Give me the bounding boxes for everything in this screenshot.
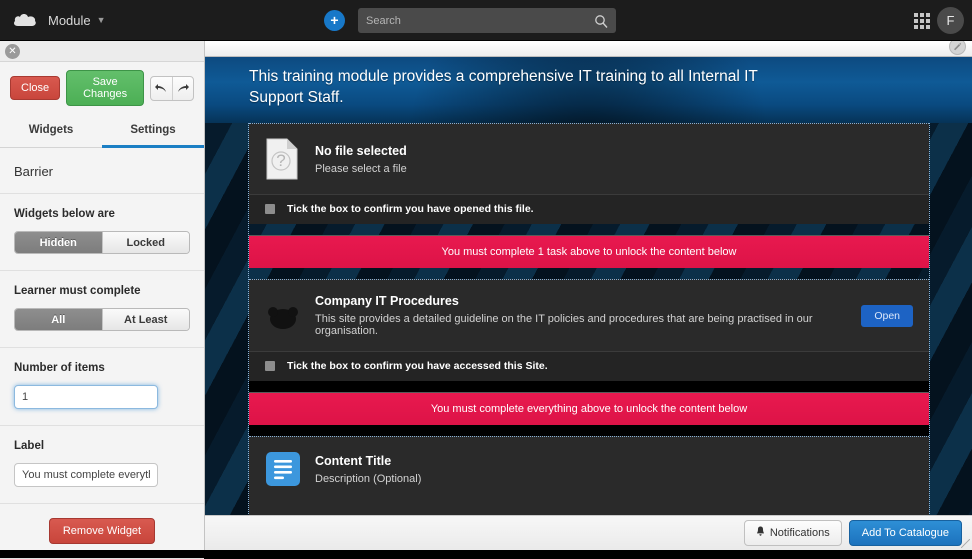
website-globe-icon: [265, 301, 311, 331]
barrier-bar-1[interactable]: You must complete 1 task above to unlock…: [249, 235, 929, 268]
card-title: Company IT Procedures: [315, 294, 861, 308]
segmented-control-completion[interactable]: All At Least: [14, 308, 190, 331]
stage-gap: [249, 381, 929, 392]
bottom-action-bar: Notifications Add To Catalogue: [205, 515, 972, 550]
card-title: No file selected: [315, 144, 913, 158]
field-label: Number of items: [14, 362, 190, 374]
search-icon[interactable]: [594, 14, 608, 28]
remove-widget-button[interactable]: Remove Widget: [49, 518, 155, 544]
module-preview-area: This training module provides a comprehe…: [205, 41, 972, 550]
seg-option-all[interactable]: All: [15, 309, 102, 330]
card-main-row: ? No file selected Please select a file: [249, 124, 929, 194]
add-to-catalogue-button[interactable]: Add To Catalogue: [849, 520, 962, 546]
field-number-of-items: Number of items: [0, 348, 204, 426]
redo-arrow-icon[interactable]: [172, 77, 193, 100]
widget-stage: ? No file selected Please select a file …: [205, 123, 972, 550]
seg-option-at-least[interactable]: At Least: [102, 309, 190, 330]
document-blue-icon: [265, 451, 311, 487]
pencil-edit-icon[interactable]: [949, 41, 966, 55]
barrier-bar-2[interactable]: You must complete everything above to un…: [249, 392, 929, 425]
barrier-label-input[interactable]: [14, 463, 158, 487]
notifications-button[interactable]: Notifications: [744, 520, 842, 546]
card-main-row: Content Title Description (Optional): [249, 437, 929, 501]
segmented-control-visibility[interactable]: Hidden Locked: [14, 231, 190, 254]
stage-gap: [249, 425, 929, 436]
top-navigation-bar: Module ▼ + F: [0, 0, 972, 41]
open-button[interactable]: Open: [861, 305, 913, 327]
module-hero-banner: This training module provides a comprehe…: [205, 57, 972, 123]
seg-option-hidden[interactable]: Hidden: [15, 232, 102, 253]
search-bar[interactable]: [358, 8, 616, 33]
panel-tabs: Widgets Settings: [0, 116, 204, 148]
remove-widget-row: Remove Widget: [0, 504, 204, 559]
widget-editor-panel: ✕ Close Save Changes Widgets Settings Ba…: [0, 41, 205, 550]
field-label-text: Label: [0, 426, 204, 504]
card-text-block: Content Title Description (Optional): [311, 454, 913, 485]
tab-widgets[interactable]: Widgets: [0, 116, 102, 147]
undo-redo-group: [150, 76, 194, 101]
selected-widget-outline: ? No file selected Please select a file …: [248, 123, 930, 550]
widget-card-file[interactable]: ? No file selected Please select a file …: [249, 123, 929, 224]
card-text-block: No file selected Please select a file: [311, 144, 913, 175]
add-plus-button[interactable]: +: [324, 10, 345, 31]
avatar[interactable]: F: [937, 7, 964, 34]
confirm-checkbox[interactable]: [265, 361, 275, 371]
card-description: This site provides a detailed guideline …: [315, 313, 861, 337]
card-main-row: Company IT Procedures This site provides…: [249, 280, 929, 351]
field-learner-must-complete: Learner must complete All At Least: [0, 271, 204, 348]
seg-option-locked[interactable]: Locked: [102, 232, 190, 253]
stage-gap: [249, 224, 929, 235]
svg-text:?: ?: [276, 151, 285, 170]
confirm-label: Tick the box to confirm you have opened …: [287, 203, 534, 215]
field-label: Label: [14, 440, 190, 452]
card-description: Please select a file: [315, 163, 913, 175]
confirm-checkbox[interactable]: [265, 204, 275, 214]
preview-top-bar: [205, 41, 972, 57]
field-widgets-below-are: Widgets below are Hidden Locked: [0, 194, 204, 271]
file-question-icon: ?: [265, 138, 311, 180]
bell-icon: [756, 526, 765, 540]
widget-type-title: Barrier: [0, 148, 204, 194]
tab-settings[interactable]: Settings: [102, 116, 204, 148]
confirm-row[interactable]: Tick the box to confirm you have accesse…: [249, 351, 929, 381]
card-title: Content Title: [315, 454, 913, 468]
panel-top-bar: ✕: [0, 41, 204, 62]
widget-card-website[interactable]: Company IT Procedures This site provides…: [249, 279, 929, 381]
field-label: Learner must complete: [14, 285, 190, 297]
close-icon[interactable]: ✕: [5, 44, 20, 59]
save-changes-button[interactable]: Save Changes: [66, 70, 144, 106]
cloud-logo-icon[interactable]: [12, 10, 38, 30]
module-description: This training module provides a comprehe…: [249, 66, 779, 108]
confirm-row[interactable]: Tick the box to confirm you have opened …: [249, 194, 929, 224]
field-label: Widgets below are: [14, 208, 190, 220]
apps-grid-icon[interactable]: [914, 13, 930, 29]
notifications-label: Notifications: [770, 527, 830, 539]
close-button[interactable]: Close: [10, 76, 60, 100]
card-description: Description (Optional): [315, 473, 913, 485]
panel-action-row: Close Save Changes: [0, 62, 204, 106]
chevron-down-icon[interactable]: ▼: [97, 16, 106, 25]
resize-grip[interactable]: [961, 539, 970, 548]
brand-name[interactable]: Module: [48, 13, 91, 28]
undo-arrow-icon[interactable]: [151, 77, 172, 100]
number-of-items-input[interactable]: [14, 385, 158, 409]
search-input[interactable]: [358, 15, 594, 27]
confirm-label: Tick the box to confirm you have accesse…: [287, 360, 548, 372]
stage-gap: [249, 268, 929, 279]
card-text-block: Company IT Procedures This site provides…: [311, 294, 861, 337]
